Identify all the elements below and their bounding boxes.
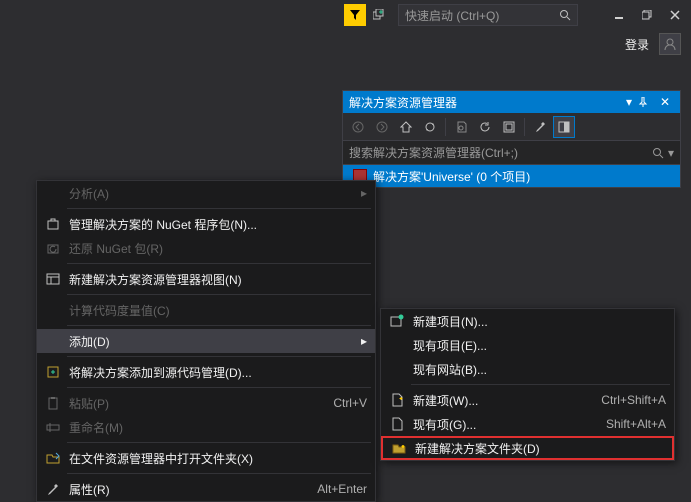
quick-launch-input[interactable]: 快速启动 (Ctrl+Q): [398, 4, 578, 26]
solution-explorer-search[interactable]: 搜索解决方案资源管理器(Ctrl+;) ▾: [343, 141, 680, 165]
close-button[interactable]: [663, 3, 687, 27]
dropdown-icon[interactable]: ▾: [668, 146, 674, 160]
submenu-new-project[interactable]: 新建项目(N)...: [381, 309, 674, 333]
new-folder-icon: [387, 436, 411, 460]
solution-explorer-title-bar[interactable]: 解决方案资源管理器 ▾ ✕: [343, 91, 680, 113]
properties-icon[interactable]: [529, 116, 551, 138]
menu-open-in-explorer[interactable]: 在文件资源管理器中打开文件夹(X): [37, 446, 375, 470]
source-control-icon: [41, 360, 65, 384]
menu-code-metrics[interactable]: 计算代码度量值(C): [37, 298, 375, 322]
solution-root-node[interactable]: 解决方案'Universe' (0 个项目): [343, 165, 680, 187]
menu-manage-nuget[interactable]: 管理解决方案的 NuGet 程序包(N)...: [37, 212, 375, 236]
preview-icon[interactable]: [553, 116, 575, 138]
menu-add[interactable]: 添加(D)▸: [37, 329, 375, 353]
new-project-icon: [385, 309, 409, 333]
collapse-all-icon[interactable]: [498, 116, 520, 138]
title-bar: 快速启动 (Ctrl+Q): [0, 0, 691, 30]
wrench-icon: [41, 477, 65, 501]
solution-root-label: 解决方案'Universe' (0 个项目): [373, 168, 530, 185]
rename-icon: [41, 415, 65, 439]
view-icon: [41, 267, 65, 291]
home-icon[interactable]: [395, 116, 417, 138]
search-icon: [652, 147, 664, 159]
minimize-button[interactable]: [607, 3, 631, 27]
user-avatar-icon[interactable]: [659, 33, 681, 55]
back-icon[interactable]: [347, 116, 369, 138]
paste-icon: [41, 391, 65, 415]
menu-paste[interactable]: 粘贴(P) Ctrl+V: [37, 391, 375, 415]
forward-icon[interactable]: [371, 116, 393, 138]
context-menu-main: 分析(A)▸ 管理解决方案的 NuGet 程序包(N)... 还原 NuGet …: [36, 180, 376, 502]
menu-add-source-control[interactable]: 将解决方案添加到源代码管理(D)...: [37, 360, 375, 384]
se-search-placeholder: 搜索解决方案资源管理器(Ctrl+;): [349, 144, 652, 161]
restore-icon: [41, 236, 65, 260]
submenu-existing-project[interactable]: 现有项目(E)...: [381, 333, 674, 357]
menu-restore-nuget[interactable]: 还原 NuGet 包(R): [37, 236, 375, 260]
folder-open-icon: [41, 446, 65, 470]
pin-icon[interactable]: [638, 97, 656, 107]
login-row: 登录: [0, 30, 691, 58]
menu-properties[interactable]: 属性(R) Alt+Enter: [37, 477, 375, 501]
solution-explorer-toolbar: [343, 113, 680, 141]
existing-item-icon: [385, 412, 409, 436]
filter-dropdown-icon[interactable]: [344, 4, 366, 26]
submenu-new-solution-folder[interactable]: 新建解决方案文件夹(D): [381, 436, 674, 460]
close-panel-icon[interactable]: ✕: [656, 95, 674, 109]
solution-explorer-title: 解决方案资源管理器: [349, 94, 457, 111]
solution-tree: 解决方案'Universe' (0 个项目): [343, 165, 680, 187]
menu-analyze[interactable]: 分析(A)▸: [37, 181, 375, 205]
new-item-icon: [385, 388, 409, 412]
context-menu-add-submenu: 新建项目(N)... 现有项目(E)... 现有网站(B)... 新建项(W).…: [380, 308, 675, 461]
nuget-icon: [41, 212, 65, 236]
solution-explorer-panel: 解决方案资源管理器 ▾ ✕ 搜索解决方案资源管理器(Ctrl+;) ▾ 解决方案…: [342, 90, 681, 188]
dropdown-icon[interactable]: ▾: [620, 95, 638, 109]
new-pane-icon[interactable]: [368, 4, 390, 26]
quick-launch-placeholder: 快速启动 (Ctrl+Q): [405, 7, 559, 24]
refresh-icon[interactable]: [474, 116, 496, 138]
menu-new-view[interactable]: 新建解决方案资源管理器视图(N): [37, 267, 375, 291]
submenu-new-item[interactable]: 新建项(W)... Ctrl+Shift+A: [381, 388, 674, 412]
search-icon: [559, 9, 571, 21]
sync-icon[interactable]: [419, 116, 441, 138]
restore-button[interactable]: [635, 3, 659, 27]
submenu-existing-website[interactable]: 现有网站(B)...: [381, 357, 674, 381]
menu-rename[interactable]: 重命名(M): [37, 415, 375, 439]
pending-changes-icon[interactable]: [450, 116, 472, 138]
submenu-existing-item[interactable]: 现有项(G)... Shift+Alt+A: [381, 412, 674, 436]
login-link[interactable]: 登录: [625, 36, 649, 53]
